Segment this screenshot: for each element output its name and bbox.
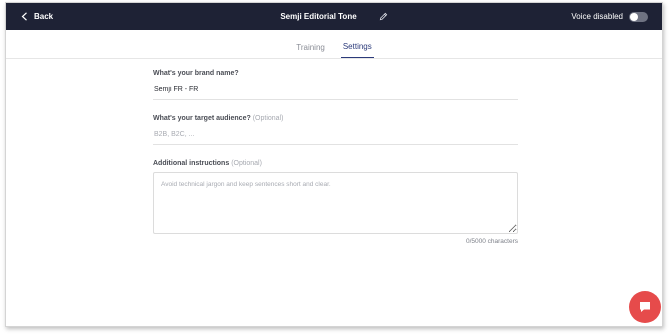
top-bar: Back Semji Editorial Tone Voice disabled: [6, 3, 662, 30]
brand-name-input[interactable]: [153, 80, 518, 100]
tab-bar: Training Settings: [6, 30, 662, 59]
title-area: Semji Editorial Tone: [6, 3, 662, 30]
back-label: Back: [34, 12, 54, 21]
settings-form: What's your brand name? What's your targ…: [153, 70, 518, 245]
audience-label: What's your target audience? (Optional): [153, 115, 518, 122]
back-button[interactable]: Back: [21, 3, 53, 30]
audience-input[interactable]: [153, 125, 518, 145]
voice-setting: Voice disabled: [571, 3, 648, 30]
app-window: Back Semji Editorial Tone Voice disabled…: [5, 2, 663, 327]
tab-settings[interactable]: Settings: [340, 42, 374, 58]
audience-optional-tag: (Optional): [252, 115, 284, 122]
instructions-label: Additional instructions (Optional): [153, 160, 518, 167]
character-counter: 0/5000 characters: [465, 238, 518, 245]
brand-name-label-text: What's your brand name?: [153, 70, 239, 77]
instructions-label-text: Additional instructions: [153, 160, 230, 167]
chat-button[interactable]: [629, 291, 661, 323]
toggle-knob: [630, 12, 638, 21]
page-title: Semji Editorial Tone: [280, 12, 357, 21]
audience-label-text: What's your target audience?: [153, 115, 251, 122]
voice-toggle[interactable]: [629, 11, 648, 22]
instructions-optional-tag: (Optional): [231, 160, 262, 167]
brand-name-label: What's your brand name?: [153, 70, 518, 77]
voice-status-label: Voice disabled: [571, 12, 623, 21]
chat-bubble-icon: [640, 302, 650, 312]
chevron-left-icon: [21, 12, 27, 21]
instructions-textarea[interactable]: [153, 172, 518, 234]
pencil-icon[interactable]: [379, 12, 388, 21]
tab-training[interactable]: Training: [294, 43, 327, 58]
